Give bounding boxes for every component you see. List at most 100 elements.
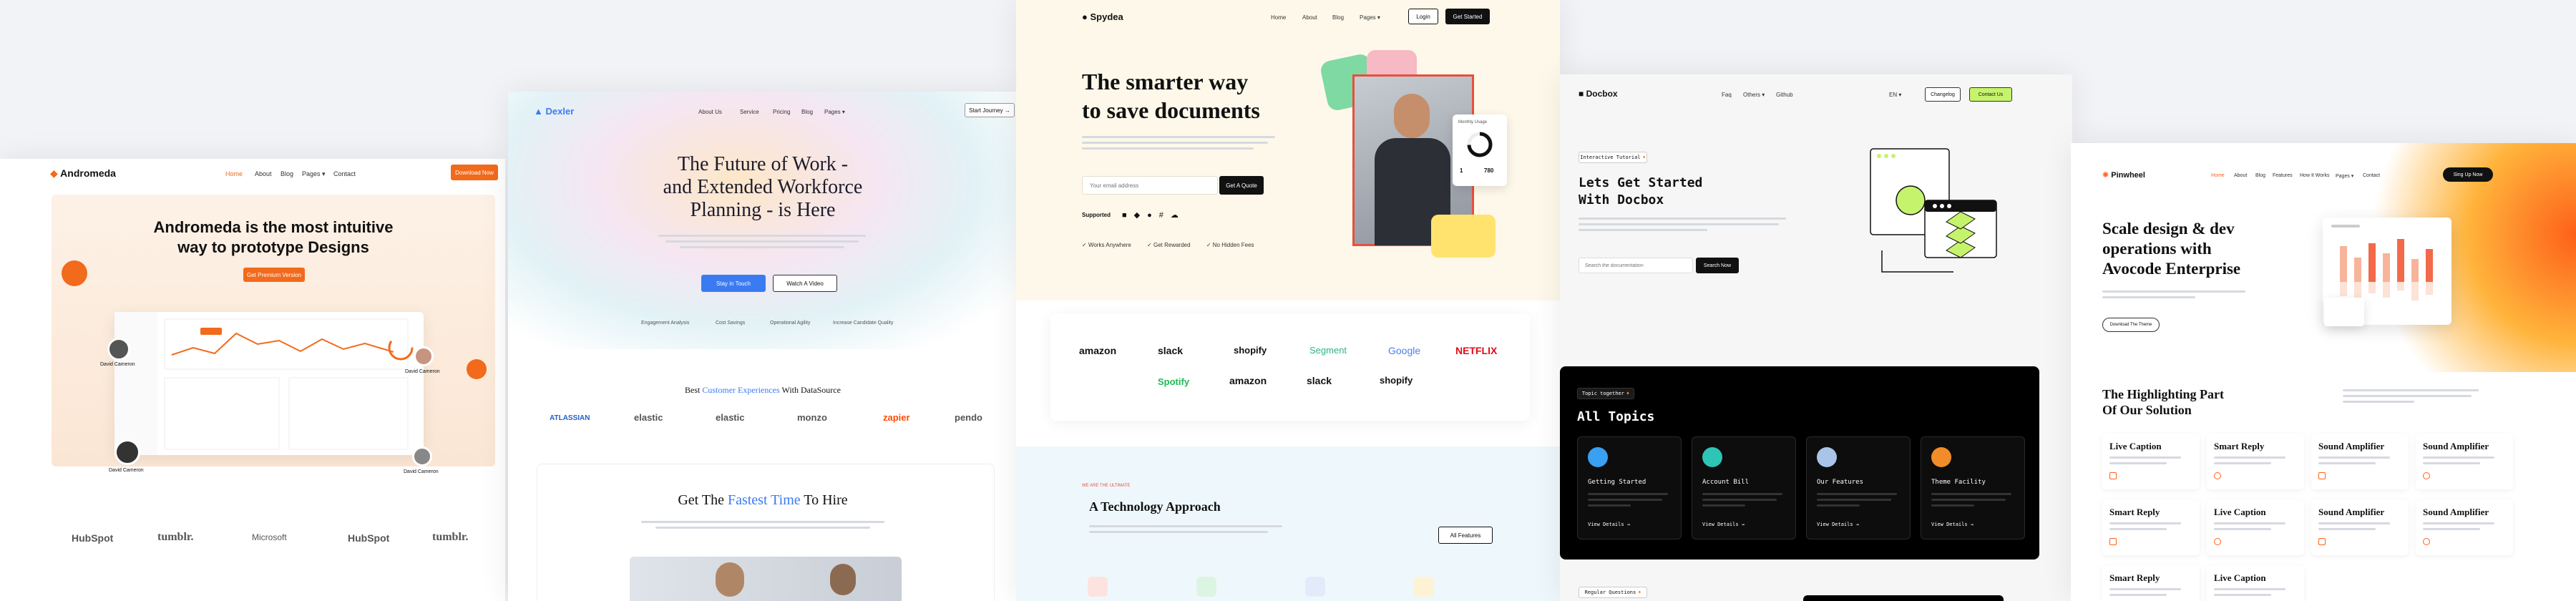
docbox-changelog-button[interactable]: Changelog: [1925, 87, 1961, 102]
docbox-logo[interactable]: ■ Docbox: [1579, 89, 1618, 99]
topic-view-link[interactable]: View Details →: [1702, 522, 1745, 527]
card-icon: [2423, 472, 2430, 479]
pinwheel-feature-card[interactable]: Sound Amplifier: [2416, 434, 2513, 489]
docbox-search-button[interactable]: Search Now: [1696, 258, 1739, 273]
feature-card-title: Smart Reply: [2109, 572, 2160, 583]
dexler-screen: ▲ Dexler About Us Service Pricing Blog P…: [508, 92, 1018, 601]
andromeda-nav-contact[interactable]: Contact: [333, 170, 356, 177]
pinwheel-hero-line3: Avocode Enterprise: [2102, 260, 2241, 278]
pinwheel-nav-pages[interactable]: Pages ▾: [2336, 173, 2353, 179]
spydea-nav-home[interactable]: Home: [1271, 14, 1286, 21]
pinwheel-nav-about[interactable]: About: [2234, 173, 2247, 178]
dexler-feature: Engagement Analysis: [641, 321, 690, 326]
spydea-nav-pages[interactable]: Pages ▾: [1360, 14, 1380, 21]
pinwheel-nav-features[interactable]: Features: [2273, 173, 2293, 178]
docbox-nav-github[interactable]: Github: [1776, 92, 1793, 98]
pinwheel-download-button[interactable]: Download The Theme: [2102, 318, 2160, 332]
pinwheel-nav-how[interactable]: How It Works: [2300, 173, 2330, 178]
pinwheel-feature-card[interactable]: Smart Reply: [2102, 565, 2200, 601]
card-text-placeholder: [2318, 528, 2376, 530]
spydea-logo[interactable]: ● Spydea: [1082, 11, 1123, 22]
topic-view-link[interactable]: View Details →: [1817, 522, 1859, 527]
docbox-nav-others[interactable]: Others ▾: [1743, 92, 1765, 98]
dexler-logo[interactable]: ▲ Dexler: [534, 106, 574, 117]
andromeda-screen: ◆ Andromeda Home About Blog Pages ▾ Cont…: [0, 159, 505, 601]
feature-card-title: Sound Amplifier: [2423, 507, 2489, 517]
spydea-supported-label: Supported: [1082, 212, 1111, 218]
dexler-nav-pages[interactable]: Pages ▾: [824, 109, 845, 115]
topic-text-placeholder: [1931, 504, 1974, 507]
account-bill-icon: [1702, 447, 1722, 467]
dexler-nav-blog[interactable]: Blog: [801, 109, 813, 115]
dexler-nav-service[interactable]: Service: [740, 109, 759, 115]
pinwheel-feature-card[interactable]: Smart Reply: [2102, 499, 2200, 555]
pinwheel-nav-home[interactable]: Home: [2211, 173, 2225, 178]
topic-text-placeholder: [1702, 493, 1782, 495]
docbox-topic-card[interactable]: Getting Started View Details →: [1577, 436, 1682, 539]
docbox-contact-button[interactable]: Contact Us: [1969, 87, 2012, 102]
pinwheel-feature-card[interactable]: Live Caption: [2102, 434, 2200, 489]
docbox-topic-card[interactable]: Theme Facility View Details →: [1921, 436, 2025, 539]
dexler-nav-pricing[interactable]: Pricing: [773, 109, 790, 115]
pinwheel-nav-contact[interactable]: Contact: [2363, 173, 2380, 178]
spydea-hero-line1: The smarter way: [1082, 69, 1249, 94]
topic-view-link[interactable]: View Details →: [1588, 522, 1630, 527]
andromeda-nav-about[interactable]: About: [255, 170, 272, 177]
spydea-hero-text-placeholder: [1082, 136, 1275, 138]
docbox-lang-select[interactable]: EN ▾: [1889, 92, 1901, 98]
dexler-hire-text-placeholder: [641, 521, 884, 523]
tumblr-logo: tumblr.: [157, 531, 194, 543]
stat-value-a: 1: [1460, 167, 1463, 174]
spydea-nav-about[interactable]: About: [1302, 14, 1317, 21]
dexler-stay-button[interactable]: Stay in Touch: [701, 275, 766, 292]
shopify-logo: shopify: [1380, 375, 1413, 386]
pinwheel-feature-card[interactable]: Smart Reply: [2207, 434, 2304, 489]
pinwheel-hero-title: Scale design & dev operations with Avoco…: [2102, 219, 2240, 279]
andromeda-avatar: [412, 446, 432, 466]
pinwheel-logo[interactable]: ✺ Pinwheel: [2102, 170, 2145, 180]
spydea-quote-button[interactable]: Get A Quote: [1219, 176, 1264, 195]
docbox-search-input[interactable]: [1579, 258, 1693, 273]
pinwheel-feature-card[interactable]: Sound Amplifier: [2416, 499, 2513, 555]
andromeda-avatar-label: David Cameron: [109, 468, 144, 473]
topic-text-placeholder: [1588, 499, 1662, 501]
andromeda-nav-pages[interactable]: Pages ▾: [302, 170, 326, 178]
pinwheel-signup-button[interactable]: Sing Up Now: [2443, 167, 2493, 182]
pinwheel-feature-card[interactable]: Sound Amplifier: [2311, 434, 2409, 489]
pinwheel-feature-card[interactable]: Live Caption: [2207, 565, 2304, 601]
feature-card-title: Sound Amplifier: [2318, 441, 2385, 451]
pinwheel-nav-blog[interactable]: Blog: [2255, 173, 2265, 178]
check-icon: ✓: [1147, 242, 1153, 248]
microsoft-logo: Microsoft: [252, 532, 287, 542]
spydea-feature-icon: [1305, 577, 1325, 597]
pinwheel-feature-card[interactable]: Sound Amplifier: [2311, 499, 2409, 555]
spydea-get-started-button[interactable]: Get Started: [1445, 9, 1490, 24]
spydea-email-input[interactable]: [1082, 176, 1218, 195]
spydea-login-button[interactable]: Login: [1408, 9, 1438, 24]
topic-view-link[interactable]: View Details →: [1931, 522, 1974, 527]
docbox-topic-card[interactable]: Our Features View Details →: [1806, 436, 1911, 539]
docbox-topic-card[interactable]: Account Bill View Details →: [1692, 436, 1796, 539]
docbox-nav-faq[interactable]: Faq: [1722, 92, 1732, 98]
spydea-features-button[interactable]: All Features: [1438, 527, 1493, 544]
spydea-nav-blog[interactable]: Blog: [1332, 14, 1344, 21]
pinwheel-feature-card[interactable]: Live Caption: [2207, 499, 2304, 555]
andromeda-download-button[interactable]: Download Now: [451, 165, 498, 180]
spydea-check-item: Get Rewarded: [1153, 242, 1191, 248]
deco-shape-yellow: [1431, 215, 1496, 258]
spydea-tech-text-placeholder: [1089, 531, 1268, 533]
docbox-faq-bar: [1803, 595, 2004, 601]
andromeda-nav-blog[interactable]: Blog: [280, 170, 293, 177]
andromeda-premium-button[interactable]: Get Premium Version: [243, 268, 305, 282]
andromeda-logo[interactable]: ◆ Andromeda: [50, 167, 116, 180]
team-person-head: [716, 562, 744, 597]
dexler-video-button[interactable]: Watch A Video: [773, 275, 837, 292]
andromeda-nav-home[interactable]: Home: [225, 170, 243, 177]
docbox-logo-icon: ■: [1579, 89, 1584, 99]
spydea-tech-text-placeholder: [1089, 525, 1282, 527]
card-text-placeholder: [2109, 462, 2167, 464]
spydea-tech-label: WE ARE THE ULTIMATE: [1082, 484, 1131, 488]
dexler-nav-about[interactable]: About Us: [698, 109, 722, 115]
dexler-start-button[interactable]: Start Journey →: [965, 103, 1015, 117]
topic-title: Getting Started: [1588, 479, 1646, 486]
